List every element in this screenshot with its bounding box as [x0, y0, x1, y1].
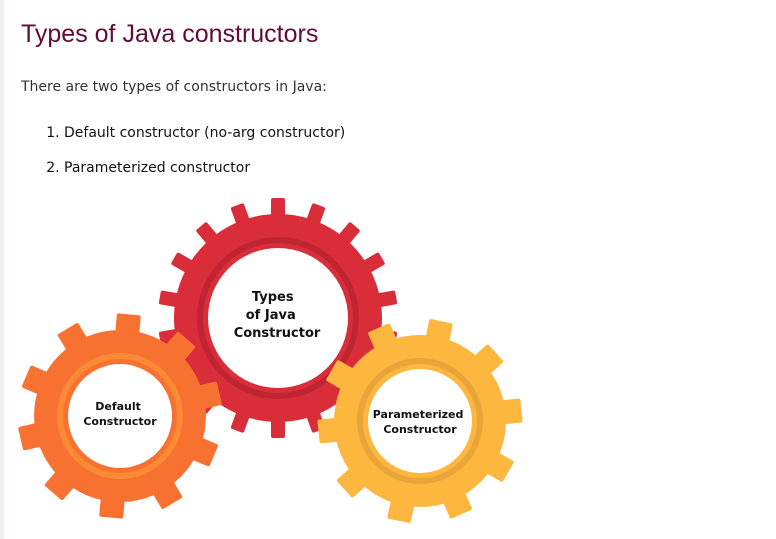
gear-center — [368, 369, 472, 473]
constructor-types-list: Default constructor (no-arg constructor)… — [44, 124, 345, 194]
list-item: Parameterized constructor — [64, 159, 345, 194]
page-title: Types of Java constructors — [21, 20, 319, 48]
list-item: Default constructor (no-arg constructor) — [64, 124, 345, 159]
constructor-gears-diagram: Types of Java Constructor Default Constr… — [18, 198, 523, 523]
intro-text: There are two types of constructors in J… — [21, 79, 327, 95]
